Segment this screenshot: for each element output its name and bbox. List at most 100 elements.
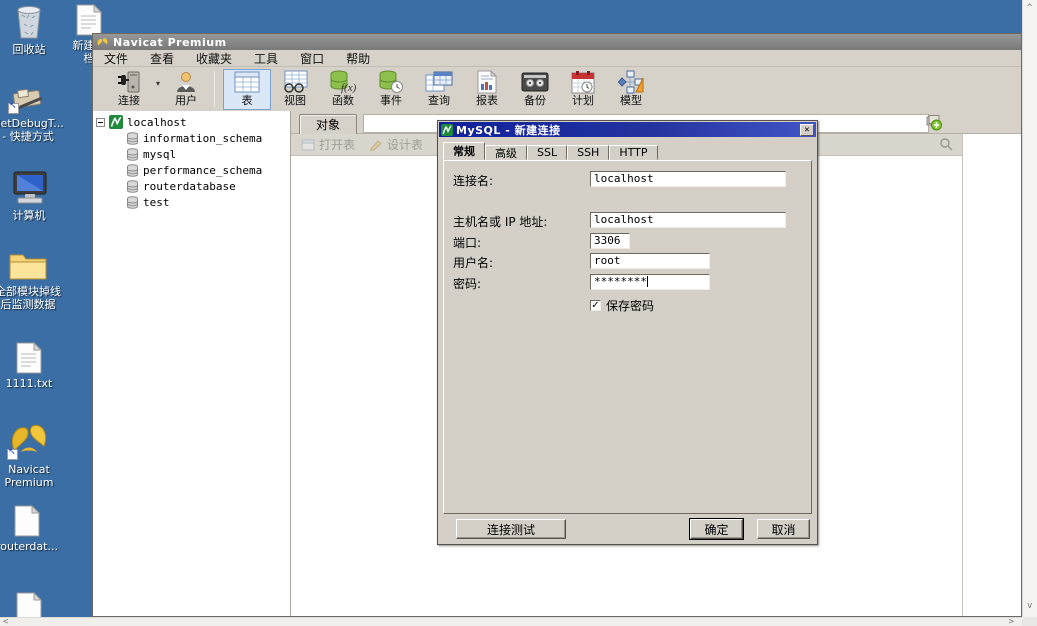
menu-favorites[interactable]: 收藏夹 [185, 49, 243, 68]
tab-objects-label: 对象 [316, 116, 340, 133]
shortcut-arrow-icon [7, 449, 18, 460]
username-input[interactable]: root [590, 253, 710, 269]
tree-root-localhost[interactable]: localhost [93, 114, 290, 130]
tab-general[interactable]: 常规 [443, 142, 485, 160]
tab-objects[interactable]: 对象 [299, 114, 357, 134]
file-icon [14, 505, 40, 537]
menu-tools[interactable]: 工具 [243, 49, 289, 68]
database-icon [126, 164, 139, 177]
shortcut-arrow-icon [8, 103, 19, 114]
username-label: 用户名: [453, 254, 493, 271]
test-connection-button[interactable]: 连接测试 [456, 519, 566, 539]
connection-tree[interactable]: localhost information_schema mysql perfo… [93, 111, 291, 616]
connection-name-input[interactable]: localhost [590, 171, 786, 187]
open-table-button[interactable]: 打开表 [301, 136, 355, 153]
toolbar-label: 用户 [175, 94, 197, 107]
menu-file[interactable]: 文件 [93, 49, 139, 68]
tree-item-performance-schema[interactable]: performance_schema [93, 162, 290, 178]
navicat-premium-icon [7, 420, 51, 460]
save-password-label: 保存密码 [606, 297, 654, 314]
report-icon [476, 70, 498, 94]
toolbar-label: 视图 [284, 94, 306, 107]
search-icon[interactable] [939, 137, 953, 151]
desktop-icon-routerdat[interactable]: routerdat... [0, 505, 73, 553]
toolbar-backup-button[interactable]: 备份 [511, 69, 559, 110]
desktop-icon-navicat[interactable]: NavicatPremium [0, 420, 75, 489]
desktop-icon-1111-txt[interactable]: 1111.txt [0, 342, 75, 390]
open-table-icon [301, 139, 315, 151]
vertical-scrollbar[interactable]: ^ v [1022, 0, 1037, 617]
toolbar-label: 计划 [572, 94, 594, 107]
toolbar-label: 查询 [428, 94, 450, 107]
tree-item-label: mysql [143, 148, 176, 161]
menu-window[interactable]: 窗口 [289, 49, 335, 68]
tree-item-label: routerdatabase [143, 180, 236, 193]
new-connection-button[interactable] [923, 114, 945, 132]
password-label: 密码: [453, 275, 481, 292]
tree-item-routerdatabase[interactable]: routerdatabase [93, 178, 290, 194]
dialog-tabs: 常规 高级 SSL SSH HTTP [443, 143, 658, 160]
tree-item-information-schema[interactable]: information_schema [93, 130, 290, 146]
desktop-icon-computer[interactable]: 计算机 [0, 170, 75, 222]
tab-ssl[interactable]: SSL [527, 145, 567, 160]
tab-ssh[interactable]: SSH [567, 145, 609, 160]
dialog-title: MySQL - 新建连接 [456, 122, 800, 138]
toolbar-label: 报表 [476, 94, 498, 107]
mysql-connection-icon [109, 115, 123, 129]
folder-icon [7, 248, 49, 282]
text-file-icon [16, 342, 42, 374]
toolbar-label: 连接 [118, 94, 140, 107]
scroll-right-icon[interactable]: > [1009, 618, 1014, 626]
scroll-up-icon[interactable]: ^ [1027, 4, 1032, 13]
model-icon [618, 70, 644, 94]
toolbar-model-button[interactable]: 模型 [607, 69, 655, 110]
toolbar-query-button[interactable]: 查询 [415, 69, 463, 110]
toolbar-function-button[interactable]: f(x) 函数 [319, 69, 367, 110]
toolbar-label: 备份 [524, 94, 546, 107]
desktop-icon-netdebug[interactable]: NetDebugT...- 快捷方式 [0, 88, 74, 143]
toolbar-user-button[interactable]: 用户 [162, 69, 210, 110]
desktop-icon-partial-file[interactable] [0, 592, 75, 618]
toolbar-connection-button[interactable]: 连接 [103, 69, 155, 110]
horizontal-scrollbar[interactable]: < > [0, 617, 1022, 626]
save-password-checkbox[interactable]: ✓ [590, 300, 601, 311]
tree-collapse-icon[interactable] [96, 118, 105, 127]
cancel-button[interactable]: 取消 [757, 519, 810, 539]
scroll-left-icon[interactable]: < [3, 618, 8, 626]
port-input[interactable]: 3306 [590, 233, 630, 249]
query-icon [425, 70, 453, 94]
toolbar-report-button[interactable]: 报表 [463, 69, 511, 110]
dialog-titlebar[interactable]: MySQL - 新建连接 ✕ [439, 122, 816, 137]
ok-button[interactable]: 确定 [690, 519, 743, 539]
desktop-icon-label-2: Premium [5, 476, 54, 489]
menu-help[interactable]: 帮助 [335, 49, 381, 68]
menu-view[interactable]: 查看 [139, 49, 185, 68]
new-connection-icon [925, 115, 943, 131]
new-connection-dialog: MySQL - 新建连接 ✕ 常规 高级 SSL SSH HTTP 连接名: l… [437, 120, 818, 545]
window-title: Navicat Premium [113, 36, 227, 49]
design-table-button[interactable]: 设计表 [369, 136, 423, 153]
desktop-icon-module-folder[interactable]: 全部模块掉线后监测数据 [0, 248, 74, 311]
connection-dropdown-arrow[interactable]: ▾ [156, 79, 160, 88]
tree-root-label: localhost [127, 116, 187, 129]
scroll-down-icon[interactable]: v [1027, 602, 1032, 611]
toolbar-event-button[interactable]: 事件 [367, 69, 415, 110]
password-input[interactable]: ******** [590, 274, 710, 290]
host-input[interactable]: localhost [590, 212, 786, 228]
schedule-icon [571, 70, 595, 94]
tree-item-test[interactable]: test [93, 194, 290, 210]
save-password-row: ✓ 保存密码 [590, 297, 654, 314]
toolbar-schedule-button[interactable]: 计划 [559, 69, 607, 110]
desktop-icon-label: 全部模块掉线 [0, 285, 61, 298]
toolbar-table-button[interactable]: 表 [223, 69, 271, 110]
right-empty-pane [963, 134, 1021, 616]
toolbar-separator [214, 71, 215, 107]
toolbar-label: 函数 [332, 94, 354, 107]
tree-item-mysql[interactable]: mysql [93, 146, 290, 162]
toolbar-view-button[interactable]: 视图 [271, 69, 319, 110]
database-icon [126, 148, 139, 161]
tab-http[interactable]: HTTP [609, 145, 657, 160]
tab-advanced[interactable]: 高级 [485, 145, 527, 160]
dialog-close-button[interactable]: ✕ [800, 124, 814, 136]
toolbar-label: 表 [242, 94, 253, 107]
